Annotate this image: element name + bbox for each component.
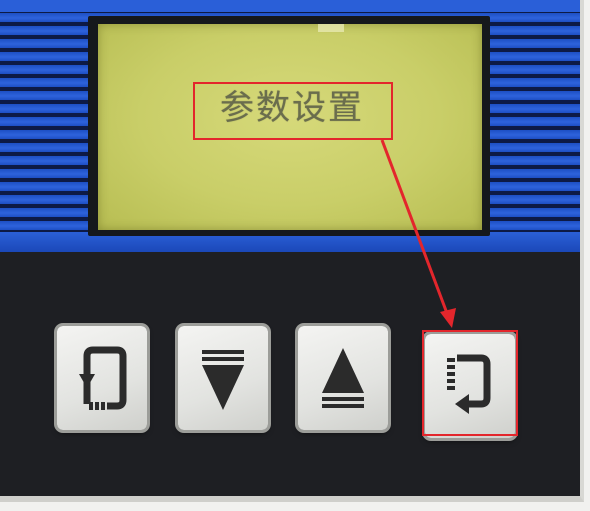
annotation-box-display — [193, 82, 393, 140]
lcd-glare — [318, 24, 344, 32]
up-triangle-icon — [322, 348, 364, 408]
annotation-box-enter — [422, 330, 518, 436]
return-icon — [79, 346, 127, 410]
down-triangle-icon — [202, 350, 244, 410]
frame-top-band — [0, 0, 580, 12]
down-button[interactable] — [178, 326, 268, 430]
back-button[interactable] — [57, 326, 147, 430]
up-button[interactable] — [298, 326, 388, 430]
